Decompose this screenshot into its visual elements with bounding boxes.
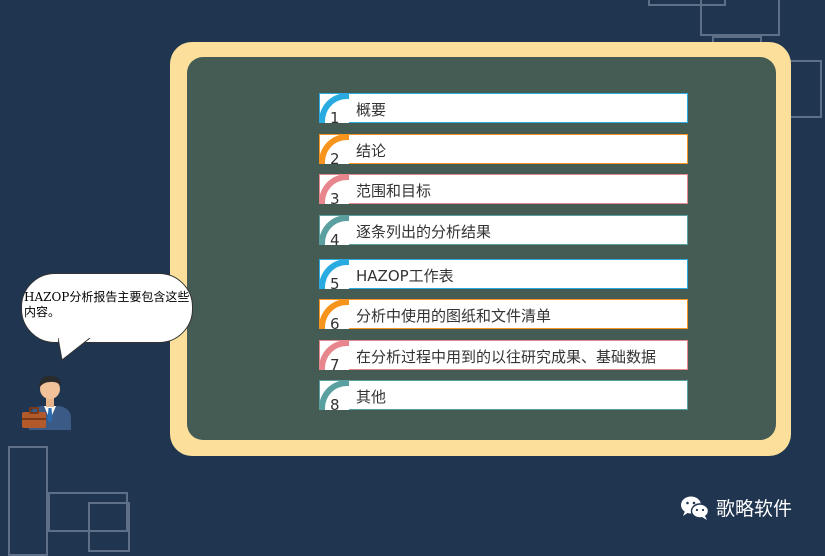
list-item: 1 概要 bbox=[319, 93, 688, 127]
wechat-icon bbox=[681, 496, 710, 520]
list-item: 8 其他 bbox=[319, 380, 688, 414]
list-item-label: 在分析过程中用到的以往研究成果、基础数据 bbox=[356, 348, 657, 366]
list-item-number-tab: 7 bbox=[319, 340, 349, 374]
list-item: 4 逐条列出的分析结果 bbox=[319, 215, 688, 249]
decorative-square bbox=[8, 446, 48, 556]
list-item-number-tab: 6 bbox=[319, 299, 349, 333]
list-item-number: 8 bbox=[330, 396, 340, 414]
list-item-number: 7 bbox=[330, 356, 340, 374]
list-item-number: 1 bbox=[330, 109, 340, 127]
list-item-number: 5 bbox=[330, 275, 340, 293]
list-item-number: 2 bbox=[330, 150, 340, 168]
list-item-label: 概要 bbox=[356, 101, 387, 119]
list-item-label: 分析中使用的图纸和文件清单 bbox=[356, 307, 552, 325]
list-item-number: 3 bbox=[330, 190, 340, 208]
brand-name: 歌略软件 bbox=[716, 498, 793, 520]
speech-bubble-tail bbox=[58, 338, 91, 361]
decorative-square bbox=[700, 0, 780, 36]
list-item: 7 在分析过程中用到的以往研究成果、基础数据 bbox=[319, 340, 688, 374]
list-item-number-tab: 3 bbox=[319, 174, 349, 208]
businessman-avatar-icon bbox=[22, 376, 71, 430]
list-item-label: 结论 bbox=[356, 142, 387, 160]
list-item-number-tab: 2 bbox=[319, 134, 349, 168]
brand: 歌略软件 bbox=[680, 494, 792, 521]
list-item-number-tab: 8 bbox=[319, 380, 349, 414]
decorative-square bbox=[88, 502, 130, 552]
list-item-label: HAZOP工作表 bbox=[356, 267, 454, 285]
list-item: 5 HAZOP工作表 bbox=[319, 259, 688, 293]
list-item-number-tab: 1 bbox=[319, 93, 349, 127]
list-item: 3 范围和目标 bbox=[319, 174, 688, 208]
list-item-label: 范围和目标 bbox=[356, 182, 432, 200]
list-item-label: 逐条列出的分析结果 bbox=[356, 223, 492, 241]
list-item-label: 其他 bbox=[356, 388, 387, 406]
list-item: 6 分析中使用的图纸和文件清单 bbox=[319, 299, 688, 333]
list-item-number: 4 bbox=[330, 231, 340, 249]
list-item-number-tab: 5 bbox=[319, 259, 349, 293]
speech-bubble-text: HAZOP分析报告主要包含这些内容。 bbox=[24, 290, 190, 319]
list-item-number-tab: 4 bbox=[319, 215, 349, 249]
list-item-number: 6 bbox=[330, 315, 340, 333]
speech-bubble: HAZOP分析报告主要包含这些内容。 bbox=[21, 273, 193, 343]
list-item: 2 结论 bbox=[319, 134, 688, 168]
